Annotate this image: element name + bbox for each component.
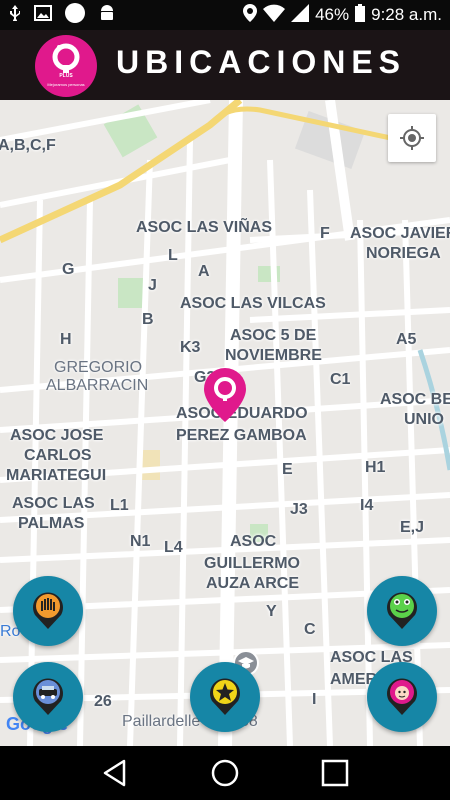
image-icon: [34, 4, 52, 26]
map-label: NORIEGA: [366, 245, 441, 262]
home-circle-icon: [211, 759, 239, 787]
battery-percent: 46%: [315, 5, 350, 24]
map-label: ASOC 5 DE: [230, 327, 317, 344]
map-label: AUZA ARCE: [206, 575, 300, 592]
battery-icon: [355, 3, 366, 27]
fab-face[interactable]: [367, 662, 437, 732]
map-label: E: [282, 461, 293, 478]
star-icon: [210, 678, 240, 715]
map-label: C: [304, 621, 316, 638]
location-pin-icon[interactable]: [204, 368, 246, 422]
map-label: GUILLERMO: [204, 555, 300, 572]
fab-car[interactable]: [13, 662, 83, 732]
back-button[interactable]: [95, 753, 135, 793]
map-label: J: [148, 277, 157, 294]
map-label: C1: [330, 371, 351, 388]
map-label: L: [168, 247, 178, 264]
map-label: H: [60, 331, 72, 348]
wifi-icon: [263, 4, 286, 27]
clock: 9:28 a.m.: [371, 5, 442, 24]
crosshair-icon: [400, 126, 424, 150]
map-label: I4: [360, 497, 374, 514]
usb-icon: [8, 4, 22, 26]
car-icon: [33, 678, 63, 715]
map-label: A,B,C,F: [0, 137, 56, 154]
map-label: PALMAS: [18, 515, 85, 532]
home-button[interactable]: [205, 753, 245, 793]
map-label: Paillardelle: [122, 713, 201, 730]
fab-star[interactable]: [190, 662, 260, 732]
map-label: J3: [290, 501, 308, 518]
android-icon: [98, 4, 116, 27]
map-label: E,J: [400, 519, 425, 536]
map-label: ASOC LAS: [12, 495, 95, 512]
map-label: B: [142, 311, 154, 328]
map-label: MARIATEGUI: [6, 467, 107, 484]
map-view[interactable]: A,B,C,F ASOC LAS VIÑAS F ASOC JAVIER NOR…: [0, 100, 450, 746]
fab-hand[interactable]: [13, 576, 83, 646]
map-label: ASOC LAS VIÑAS: [136, 219, 273, 236]
status-bar: 46% 9:28 a.m.: [0, 0, 450, 30]
location-icon: [243, 3, 258, 27]
map-label: 26: [94, 693, 112, 710]
app-header: PLUS Mejoramos personas UBICACIONES: [0, 30, 450, 100]
map-label: K3: [180, 339, 201, 356]
map-label: A5: [396, 331, 417, 348]
map-label: A: [198, 263, 210, 280]
recents-button[interactable]: [315, 753, 355, 793]
frog-icon: [387, 592, 417, 629]
fab-frog[interactable]: [367, 576, 437, 646]
map-label: ASOC: [230, 533, 277, 550]
circle-icon: [64, 2, 86, 29]
my-location-button[interactable]: [388, 114, 436, 162]
map-label: H1: [365, 459, 386, 476]
map-label: ASOC BE: [380, 391, 450, 408]
map-label: CARLOS: [24, 447, 92, 464]
map-label: N1: [130, 533, 151, 550]
map-label: ASOC LAS VILCAS: [180, 295, 326, 312]
map-label: ASOC JOSE: [10, 427, 104, 444]
map-label: GREGORIO: [54, 359, 143, 376]
hand-icon: [33, 592, 63, 629]
map-label: PEREZ GAMBOA: [176, 427, 307, 444]
signal-icon: [291, 3, 310, 27]
map-label: NOVIEMBRE: [225, 347, 322, 364]
page-title: UBICACIONES: [116, 44, 407, 80]
map-label: L4: [164, 539, 183, 556]
back-triangle-icon: [103, 759, 126, 787]
map-label: I: [312, 691, 317, 708]
recents-square-icon: [321, 759, 349, 787]
map-label: G: [62, 261, 75, 278]
map-label: ALBARRACIN: [46, 377, 149, 394]
logo-subtitle: Mejoramos personas: [47, 82, 85, 87]
map-label: L1: [110, 497, 129, 514]
logo-text: PLUS: [59, 73, 73, 79]
map-label: UNIO: [404, 411, 444, 428]
map-label: Y: [266, 603, 277, 620]
map-label: ASOC JAVIER: [350, 225, 450, 242]
map-label: F: [320, 225, 330, 242]
face-icon: [387, 678, 417, 715]
app-logo: PLUS Mejoramos personas: [35, 35, 97, 97]
navigation-bar: [0, 746, 450, 800]
